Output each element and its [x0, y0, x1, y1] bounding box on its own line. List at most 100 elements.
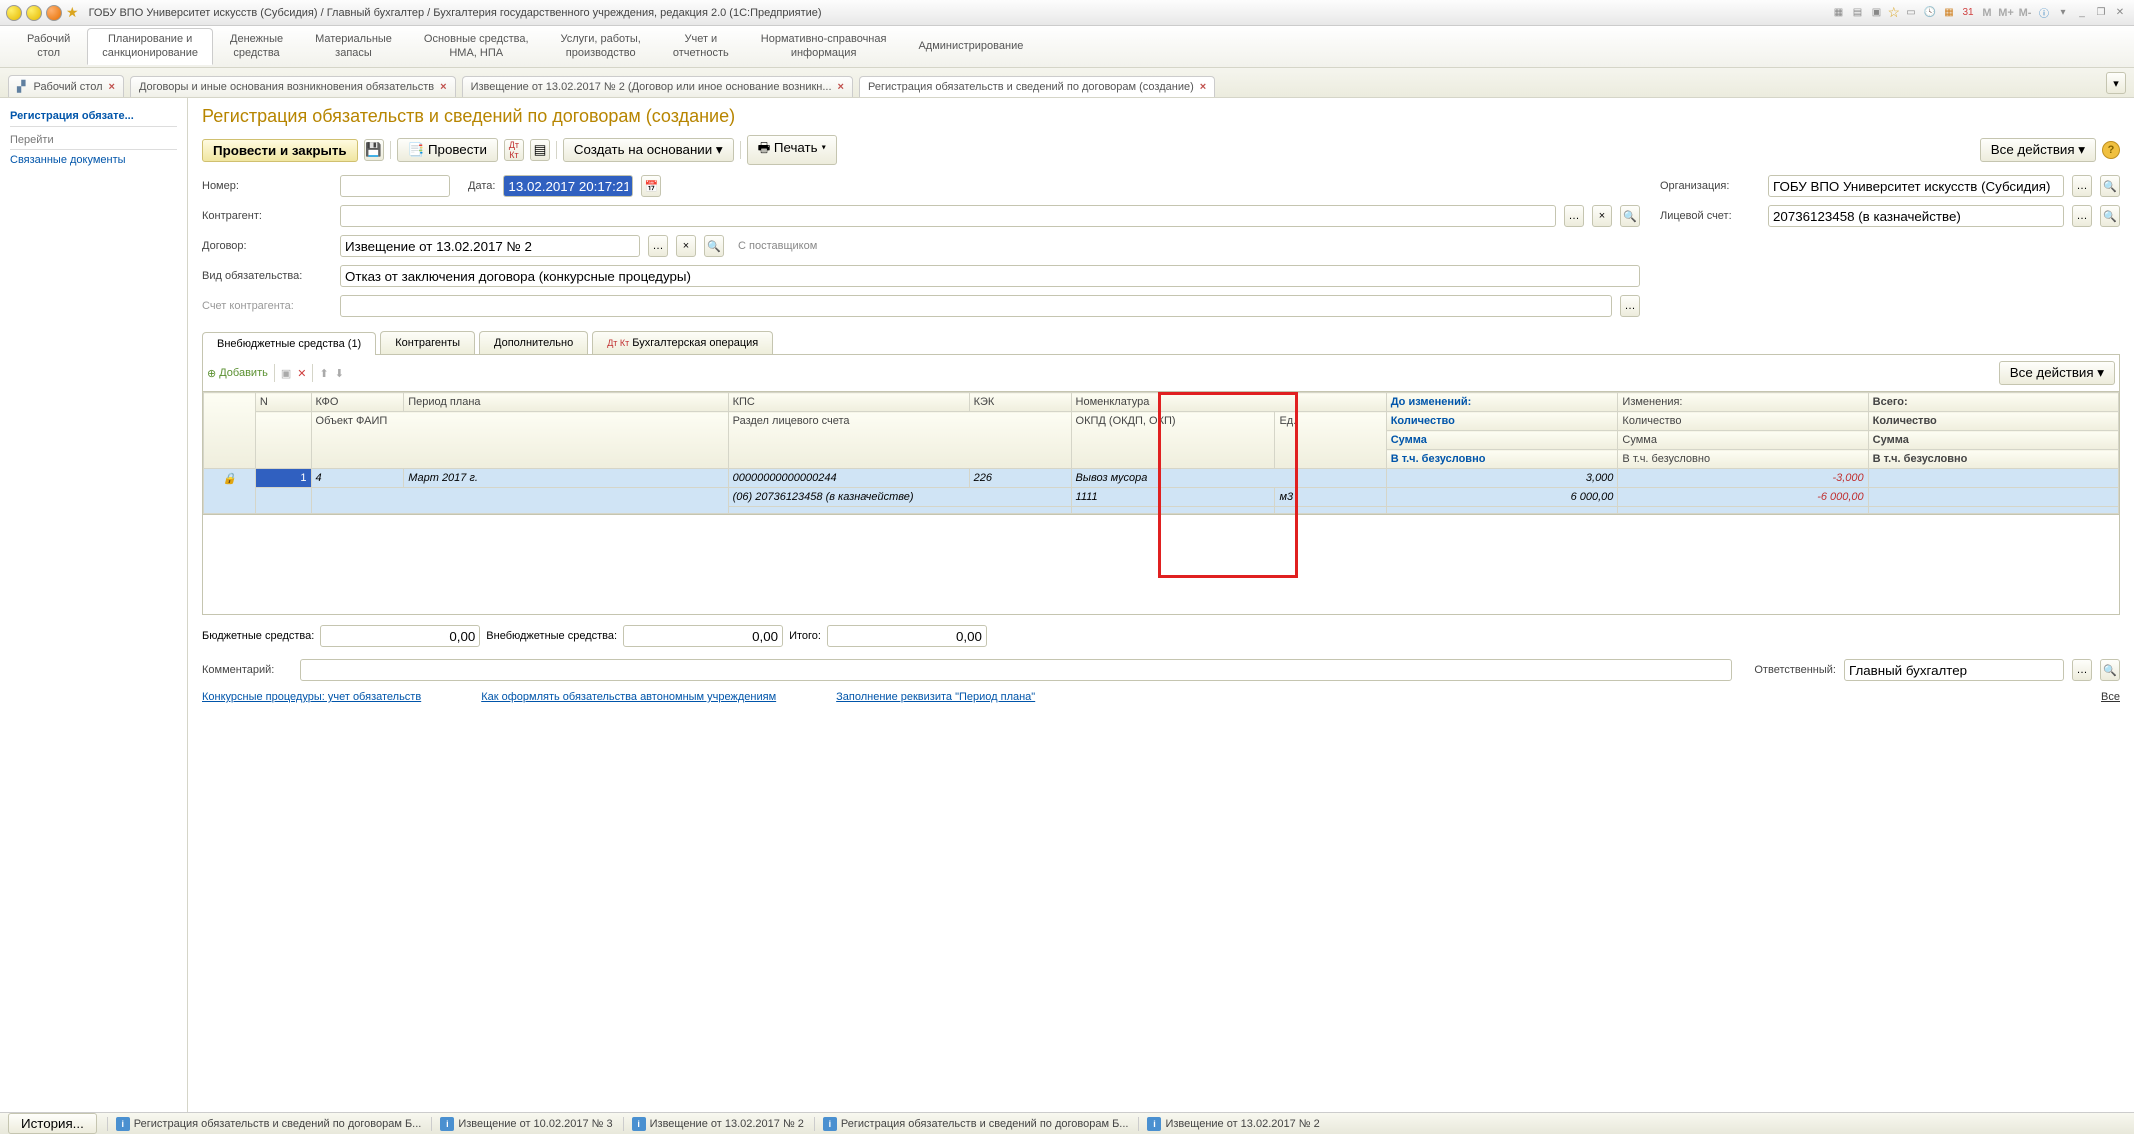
add-button[interactable]: ⊕ Добавить [207, 367, 268, 380]
cal-icon[interactable]: 31 [1960, 5, 1976, 21]
tab-extra[interactable]: Дополнительно [479, 331, 588, 354]
nav-materials[interactable]: Материальныезапасы [300, 28, 407, 64]
nav-assets[interactable]: Основные средства,НМА, НПА [409, 28, 544, 64]
print-button[interactable]: 🖶 Печать ▾ [747, 135, 838, 165]
link-all[interactable]: Все [2101, 691, 2120, 703]
tab-contragents[interactable]: Контрагенты [380, 331, 475, 354]
link-procedures[interactable]: Конкурсные процедуры: учет обязательств [202, 691, 421, 703]
table-row[interactable]: (06) 20736123458 (в казначействе) 1111 м… [204, 488, 2119, 507]
tab-dropdown[interactable]: ▾ [2106, 72, 2126, 94]
search-icon[interactable]: 🔍 [2100, 659, 2120, 681]
ak-icon[interactable]: ДтКт [504, 139, 524, 161]
nav-money[interactable]: Денежныесредства [215, 28, 298, 64]
doc-icon[interactable]: ▤ [530, 139, 550, 161]
link-howto[interactable]: Как оформлять обязательства автономным у… [481, 691, 776, 703]
tab-close-icon[interactable]: × [1200, 81, 1206, 93]
col-changes[interactable]: Изменения: [1618, 393, 1868, 412]
delete-icon[interactable]: ✕ [297, 367, 306, 380]
m-btn[interactable]: M [1979, 5, 1995, 21]
create-based-button[interactable]: Создать на основании ▾ [563, 138, 734, 162]
col-unit[interactable]: Ед. [1275, 412, 1386, 469]
data-grid[interactable]: N КФО Период плана КПС КЭК Номенклатура … [202, 392, 2120, 515]
nav-reference[interactable]: Нормативно-справочнаяинформация [746, 28, 902, 64]
tab-operation[interactable]: Дт КтБухгалтерская операция [592, 331, 773, 354]
calc-icon[interactable]: ▦ [1941, 5, 1957, 21]
minimize-icon[interactable]: _ [2074, 5, 2090, 21]
contract-input[interactable] [340, 235, 640, 257]
select-icon[interactable]: … [2072, 659, 2092, 681]
col-kfo[interactable]: КФО [311, 393, 404, 412]
nav-desktop[interactable]: Рабочийстол [12, 28, 85, 64]
col-change-qty[interactable]: Количество [1618, 412, 1868, 431]
clear-icon[interactable]: × [676, 235, 696, 257]
post-and-close-button[interactable]: Провести и закрыть [202, 139, 358, 162]
col-section[interactable]: Раздел лицевого счета [728, 412, 1071, 469]
tb-icon-2[interactable]: ▤ [1849, 5, 1865, 21]
all-actions-button[interactable]: Все действия ▾ [1980, 138, 2096, 162]
col-faip[interactable]: Объект ФАИП [311, 412, 728, 469]
sb-item[interactable]: iРегистрация обязательств и сведений по … [814, 1117, 1129, 1131]
nav-accounting[interactable]: Учет иотчетность [658, 28, 744, 64]
responsible-input[interactable] [1844, 659, 2064, 681]
col-total-uncond[interactable]: В т.ч. безусловно [1868, 450, 2118, 469]
tb-icon-4[interactable]: ▭ [1903, 5, 1919, 21]
help-icon[interactable]: ? [2102, 141, 2120, 159]
window-btn-2[interactable] [26, 5, 42, 21]
close-icon[interactable]: ✕ [2112, 5, 2128, 21]
number-input[interactable] [340, 175, 450, 197]
nav-planning[interactable]: Планирование исанкционирование [87, 28, 213, 64]
sb-item[interactable]: iИзвещение от 13.02.2017 № 2 [1138, 1117, 1319, 1131]
tab-offbudget[interactable]: Внебюджетные средства (1) [202, 332, 376, 355]
clear-icon[interactable]: × [1592, 205, 1612, 227]
col-total[interactable]: Всего: [1868, 393, 2118, 412]
sb-item[interactable]: iРегистрация обязательств и сведений по … [107, 1117, 422, 1131]
history-button[interactable]: История... [8, 1113, 97, 1134]
search-icon[interactable]: 🔍 [704, 235, 724, 257]
tb-icon-1[interactable]: ▦ [1830, 5, 1846, 21]
select-icon[interactable]: … [1564, 205, 1584, 227]
window-btn-1[interactable] [6, 5, 22, 21]
sidebar-related-docs[interactable]: Связанные документы [10, 150, 177, 170]
star-icon[interactable]: ★ [66, 4, 79, 21]
col-before-sum[interactable]: Сумма [1386, 431, 1618, 450]
col-okpd[interactable]: ОКПД (ОКДП, ОКП) [1071, 412, 1275, 469]
contragent-input[interactable] [340, 205, 1556, 227]
tab-contracts[interactable]: Договоры и иные основания возникновения … [130, 76, 456, 97]
post-button[interactable]: 📑 Провести [397, 138, 498, 162]
col-before[interactable]: До изменений: [1386, 393, 1618, 412]
select-icon[interactable]: … [2072, 205, 2092, 227]
col-total-sum[interactable]: Сумма [1868, 431, 2118, 450]
col-total-qty[interactable]: Количество [1868, 412, 2118, 431]
col-kek[interactable]: КЭК [969, 393, 1071, 412]
kind-input[interactable] [340, 265, 1640, 287]
sb-item[interactable]: iИзвещение от 13.02.2017 № 2 [623, 1117, 804, 1131]
nav-services[interactable]: Услуги, работы,производство [546, 28, 656, 64]
up-icon[interactable]: ⬆ [319, 367, 328, 380]
clock-icon[interactable]: 🕓 [1922, 5, 1938, 21]
col-nomen[interactable]: Номенклатура [1071, 393, 1386, 412]
mplus-btn[interactable]: M+ [1998, 5, 2014, 21]
tab-close-icon[interactable]: × [838, 81, 844, 93]
nav-admin[interactable]: Администрирование [903, 35, 1038, 58]
tb-icon-3[interactable]: ▣ [1868, 5, 1884, 21]
col-change-sum[interactable]: Сумма [1618, 431, 1868, 450]
calendar-icon[interactable]: 📅 [641, 175, 661, 197]
col-n[interactable]: N [255, 393, 311, 412]
col-period[interactable]: Период плана [404, 393, 728, 412]
mminus-btn[interactable]: M- [2017, 5, 2033, 21]
search-icon[interactable]: 🔍 [1620, 205, 1640, 227]
col-kps[interactable]: КПС [728, 393, 969, 412]
tab-desktop[interactable]: ▞Рабочий стол× [8, 75, 124, 97]
search-icon[interactable]: 🔍 [2100, 175, 2120, 197]
window-btn-3[interactable] [46, 5, 62, 21]
tab-notice[interactable]: Извещение от 13.02.2017 № 2 (Договор или… [462, 76, 853, 97]
col-change-uncond[interactable]: В т.ч. безусловно [1618, 450, 1868, 469]
fav-icon[interactable]: ☆ [1887, 4, 1900, 21]
save-icon[interactable]: 💾 [364, 139, 384, 161]
link-period[interactable]: Заполнение реквизита "Период плана" [836, 691, 1035, 703]
select-icon[interactable]: … [2072, 175, 2092, 197]
sb-item[interactable]: iИзвещение от 10.02.2017 № 3 [431, 1117, 612, 1131]
select-icon[interactable]: … [1620, 295, 1640, 317]
copy-icon[interactable]: ▣ [281, 367, 291, 380]
down-icon[interactable]: ⬇ [335, 367, 344, 380]
